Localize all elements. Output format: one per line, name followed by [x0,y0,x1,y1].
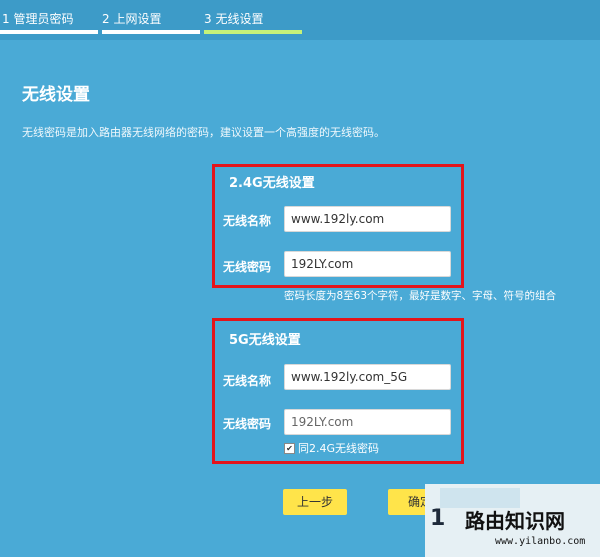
band-24g-password-input[interactable]: 192LY.com [284,251,451,277]
watermark-digits: 1 [430,506,447,531]
band-24g-name-label: 无线名称 [223,214,272,228]
band-5g-password-label: 无线密码 [223,417,272,431]
step-wireless-settings: 3 无线设置 [204,12,264,26]
step-internet-settings: 2 上网设置 [102,12,162,26]
step-internet-settings-indicator [102,30,200,34]
band-24g-name-input[interactable]: www.192ly.com [284,206,451,232]
band-5g-name-label: 无线名称 [223,374,272,388]
band-5g-name-input[interactable]: www.192ly.com_5G [284,364,451,390]
same-password-label: 同2.4G无线密码 [298,442,380,455]
band-24g-password-label: 无线密码 [223,260,272,274]
page-title: 无线设置 [22,85,90,105]
step-admin-password: 1 管理员密码 [2,12,74,26]
band-5g-password-input[interactable]: 192LY.com [284,409,451,435]
step-progress-bar: 1 管理员密码 2 上网设置 3 无线设置 [0,0,600,40]
watermark-url: www.yilanbo.com [495,536,586,547]
page-description: 无线密码是加入路由器无线网络的密码，建议设置一个高强度的无线密码。 [22,126,385,139]
password-hint: 密码长度为8至63个字符，最好是数字、字母、符号的组合 [284,290,557,302]
same-password-checkbox[interactable]: ✔ [284,443,295,454]
watermark-title: 路由知识网 [465,509,565,533]
band-24g-title: 2.4G无线设置 [229,176,315,191]
prev-button[interactable]: 上一步 [283,489,347,515]
step-wireless-settings-indicator [204,30,302,34]
band-5g-title: 5G无线设置 [229,333,301,348]
step-admin-password-indicator [0,30,98,34]
